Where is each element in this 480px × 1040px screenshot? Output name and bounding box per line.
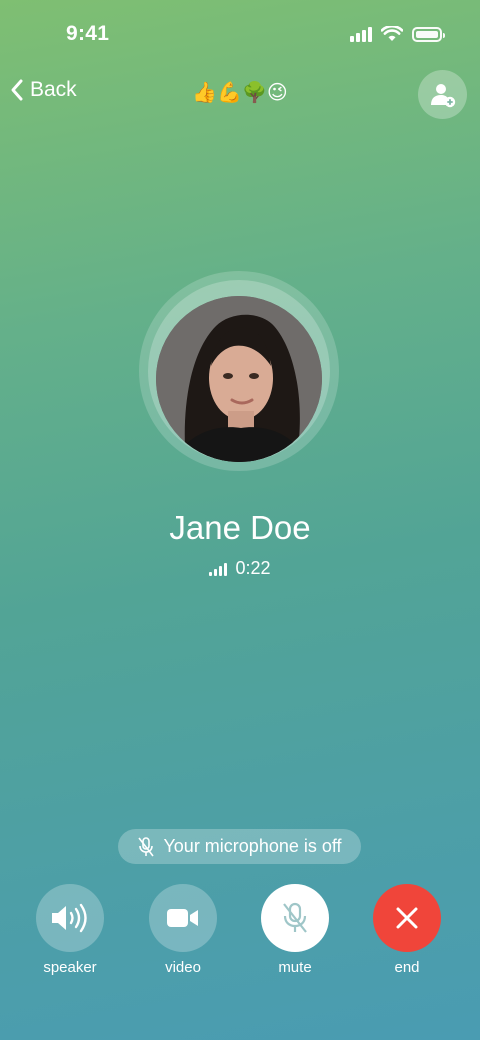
nav-bar: Back 👍💪🌳😉 bbox=[0, 70, 480, 120]
mute-label: mute bbox=[278, 959, 312, 976]
avatar-portrait bbox=[156, 296, 322, 462]
avatar bbox=[156, 296, 322, 462]
cellular-signal-icon bbox=[350, 26, 372, 42]
end-call-button-circle[interactable] bbox=[373, 884, 441, 952]
caller-name: Jane Doe bbox=[169, 509, 311, 546]
close-icon bbox=[396, 907, 418, 929]
avatar-halo bbox=[139, 271, 339, 471]
battery-icon bbox=[412, 26, 445, 42]
mute-button-circle[interactable] bbox=[261, 884, 329, 952]
status-time: 9:41 bbox=[66, 22, 110, 45]
speaker-button-circle[interactable] bbox=[36, 884, 104, 952]
add-contact-button[interactable] bbox=[418, 70, 467, 119]
video-camera-icon bbox=[167, 909, 198, 927]
call-controls: speaker video mute end bbox=[0, 884, 480, 984]
call-duration: 0:22 bbox=[235, 558, 271, 578]
add-person-icon bbox=[430, 83, 455, 107]
speaker-icon bbox=[52, 903, 87, 933]
video-label: video bbox=[165, 959, 201, 976]
end-call-button[interactable]: end bbox=[362, 884, 452, 976]
video-button-circle[interactable] bbox=[149, 884, 217, 952]
speaker-label: speaker bbox=[43, 959, 97, 976]
status-bar: 9:41 bbox=[0, 0, 480, 70]
emoji-row: 👍💪🌳😉 bbox=[192, 80, 288, 104]
mic-off-text: Your microphone is off bbox=[163, 836, 342, 856]
connection-quality-icon bbox=[209, 562, 228, 576]
call-screen: 9:41 Back 👍💪🌳😉 Jane Doe 0:22 Your microp… bbox=[0, 0, 480, 1040]
call-status: 0:22 bbox=[0, 558, 480, 579]
mic-off-icon bbox=[138, 836, 155, 856]
status-icons bbox=[350, 26, 445, 42]
speaker-button[interactable]: speaker bbox=[25, 884, 115, 976]
video-button[interactable]: video bbox=[138, 884, 228, 976]
mute-button[interactable]: mute bbox=[250, 884, 340, 976]
mic-off-icon bbox=[283, 902, 307, 933]
mic-off-notice: Your microphone is off bbox=[118, 829, 361, 864]
end-label: end bbox=[394, 959, 420, 976]
wifi-icon bbox=[381, 26, 403, 41]
